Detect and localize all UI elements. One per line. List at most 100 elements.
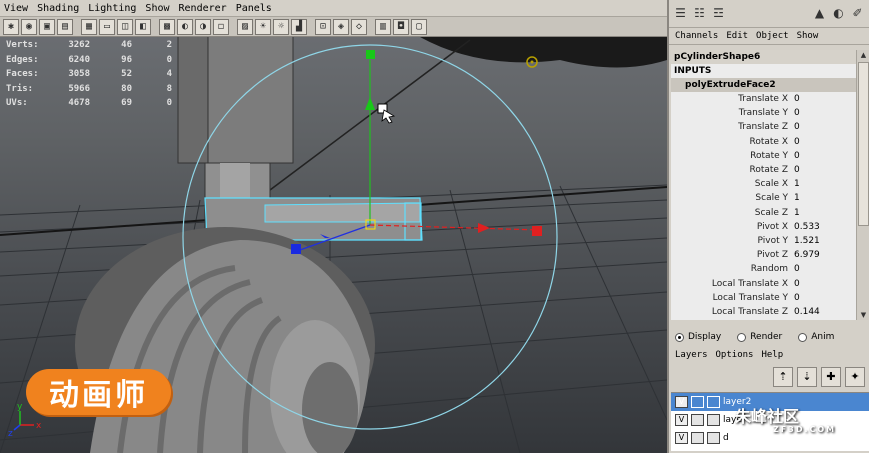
channel-row[interactable]: Translate Z0 (671, 120, 856, 134)
menu-shading[interactable]: Shading (37, 3, 79, 14)
playback-toggle[interactable] (691, 414, 704, 426)
menu-lighting[interactable]: Lighting (88, 3, 136, 14)
bounding-box-icon[interactable]: ◻ (213, 18, 229, 35)
channel-row[interactable]: Local Translate Z 0.144 (671, 305, 856, 319)
color-swatch[interactable] (707, 396, 720, 408)
channel-value[interactable]: 0.533 (792, 221, 852, 232)
channel-value[interactable]: 0.144 (792, 306, 852, 317)
menu-view[interactable]: View (4, 3, 28, 14)
panel-toolbar: ☰ ☷ ☲ ▲ ◐ ✐ (669, 0, 869, 28)
channel-row[interactable]: Rotate Y0 (671, 149, 856, 163)
snapshot-icon[interactable]: ▢ (411, 18, 427, 35)
color-swatch[interactable] (707, 432, 720, 444)
menu-object[interactable]: Object (756, 31, 789, 41)
channel-value[interactable]: 6.979 (792, 250, 852, 261)
xray-joints-icon[interactable]: ◇ (351, 18, 367, 35)
site-watermark: 朱峰社区 ZF3D.COM (735, 408, 836, 435)
move-layer-up-icon[interactable]: ⇡ (773, 367, 793, 387)
channel-value[interactable]: 0 (792, 150, 852, 161)
pin-icon[interactable]: ✐ (850, 6, 865, 21)
tool-settings-toggle-icon[interactable]: ☲ (711, 6, 726, 21)
menu-panels[interactable]: Panels (236, 3, 272, 14)
channel-row[interactable]: Random 0 (671, 262, 856, 276)
menu-layers[interactable]: Layers (675, 350, 708, 360)
hud-icon[interactable]: ▥ (375, 18, 391, 35)
channel-value[interactable]: 0 (792, 278, 852, 289)
layer-name[interactable]: layer2 (723, 397, 751, 407)
channel-row[interactable]: Translate X0 (671, 92, 856, 106)
scroll-down-icon[interactable]: ▼ (857, 310, 869, 320)
all-lights-icon[interactable]: ☼ (273, 18, 289, 35)
flat-shade-icon[interactable]: ◑ (195, 18, 211, 35)
wireframe-icon[interactable]: ▩ (159, 18, 175, 35)
channel-value[interactable]: 1 (792, 179, 852, 190)
channel-row[interactable]: Scale X1 (671, 177, 856, 191)
channel-row[interactable]: Local Translate Y0 (671, 291, 856, 305)
menu-renderer[interactable]: Renderer (179, 3, 227, 14)
isolate-select-icon[interactable]: ⊡ (315, 18, 331, 35)
channel-value[interactable]: 0 (792, 165, 852, 176)
display-radio[interactable]: Display (675, 332, 721, 342)
gate-mask-icon[interactable]: ◧ (135, 18, 151, 35)
channel-box-toggle-icon[interactable]: ☰ (673, 6, 688, 21)
channel-row[interactable]: Scale Y1 (671, 191, 856, 205)
image-plane-icon[interactable]: ▤ (57, 18, 73, 35)
channel-row[interactable]: Rotate Z0 (671, 163, 856, 177)
film-gate-icon[interactable]: ▭ (99, 18, 115, 35)
channel-row[interactable]: Pivot Y 1.521 (671, 234, 856, 248)
move-layer-down-icon[interactable]: ⇣ (797, 367, 817, 387)
visibility-toggle[interactable]: V (675, 414, 688, 426)
camera-select-icon[interactable]: ✱ (3, 18, 19, 35)
playback-toggle[interactable] (691, 432, 704, 444)
channel-value[interactable]: 0 (792, 264, 852, 275)
ipr-icon[interactable]: ◐ (831, 6, 846, 21)
default-light-icon[interactable]: ☀ (255, 18, 271, 35)
channel-row[interactable]: Pivot X 0.533 (671, 220, 856, 234)
shadows-icon[interactable]: ▟ (291, 18, 307, 35)
resolution-gate-icon[interactable]: ◫ (117, 18, 133, 35)
channel-value[interactable]: 1.521 (792, 235, 852, 246)
channel-value[interactable]: 0 (792, 136, 852, 147)
channel-value[interactable]: 0 (792, 94, 852, 105)
xray-icon[interactable]: ◈ (333, 18, 349, 35)
anim-radio[interactable]: Anim (798, 332, 834, 342)
channel-row[interactable]: Scale Z1 (671, 206, 856, 220)
render-radio[interactable]: Render (737, 332, 782, 342)
menu-edit[interactable]: Edit (726, 31, 748, 41)
channel-value[interactable]: 1 (792, 193, 852, 204)
color-swatch[interactable] (707, 414, 720, 426)
camera-attributes-icon[interactable]: ◉ (21, 18, 37, 35)
visibility-toggle[interactable]: V (675, 432, 688, 444)
scroll-up-icon[interactable]: ▲ (857, 50, 869, 60)
menu-channels[interactable]: Channels (675, 31, 718, 41)
channel-value[interactable]: 0 (792, 108, 852, 119)
menu-show-cb[interactable]: Show (797, 31, 819, 41)
channel-row[interactable]: Local Translate X0 (671, 276, 856, 290)
camera-icon[interactable]: ◘ (393, 18, 409, 35)
bookmark-icon[interactable]: ▣ (39, 18, 55, 35)
3d-viewport[interactable]: y x z View Shading Lighting Show Rendere… (0, 0, 667, 453)
menu-show[interactable]: Show (145, 3, 169, 14)
channel-row[interactable]: Translate Y0 (671, 106, 856, 120)
channel-row[interactable]: Pivot Z 6.979 (671, 248, 856, 262)
visibility-toggle[interactable]: V (675, 396, 688, 408)
channel-value[interactable]: 1 (792, 207, 852, 218)
channel-row[interactable]: Rotate X0 (671, 135, 856, 149)
new-layer-icon[interactable]: ✚ (821, 367, 841, 387)
channel-value[interactable]: 0 (792, 122, 852, 133)
channel-box-scrollbar[interactable]: ▲ ▼ (856, 50, 869, 320)
playback-toggle[interactable] (691, 396, 704, 408)
scroll-thumb[interactable] (858, 62, 869, 226)
menu-help[interactable]: Help (761, 350, 783, 360)
smooth-shade-icon[interactable]: ◐ (177, 18, 193, 35)
layer-name[interactable]: d (723, 433, 729, 443)
textured-icon[interactable]: ▨ (237, 18, 253, 35)
input-node[interactable]: polyExtrudeFace2 (671, 78, 856, 92)
attribute-editor-toggle-icon[interactable]: ☷ (692, 6, 707, 21)
menu-options[interactable]: Options (716, 350, 754, 360)
object-name[interactable]: pCylinderShape6 (671, 50, 856, 64)
grid-icon[interactable]: ▦ (81, 18, 97, 35)
new-layer-selected-icon[interactable]: ✦ (845, 367, 865, 387)
render-icon[interactable]: ▲ (812, 6, 827, 21)
channel-value[interactable]: 0 (792, 292, 852, 303)
